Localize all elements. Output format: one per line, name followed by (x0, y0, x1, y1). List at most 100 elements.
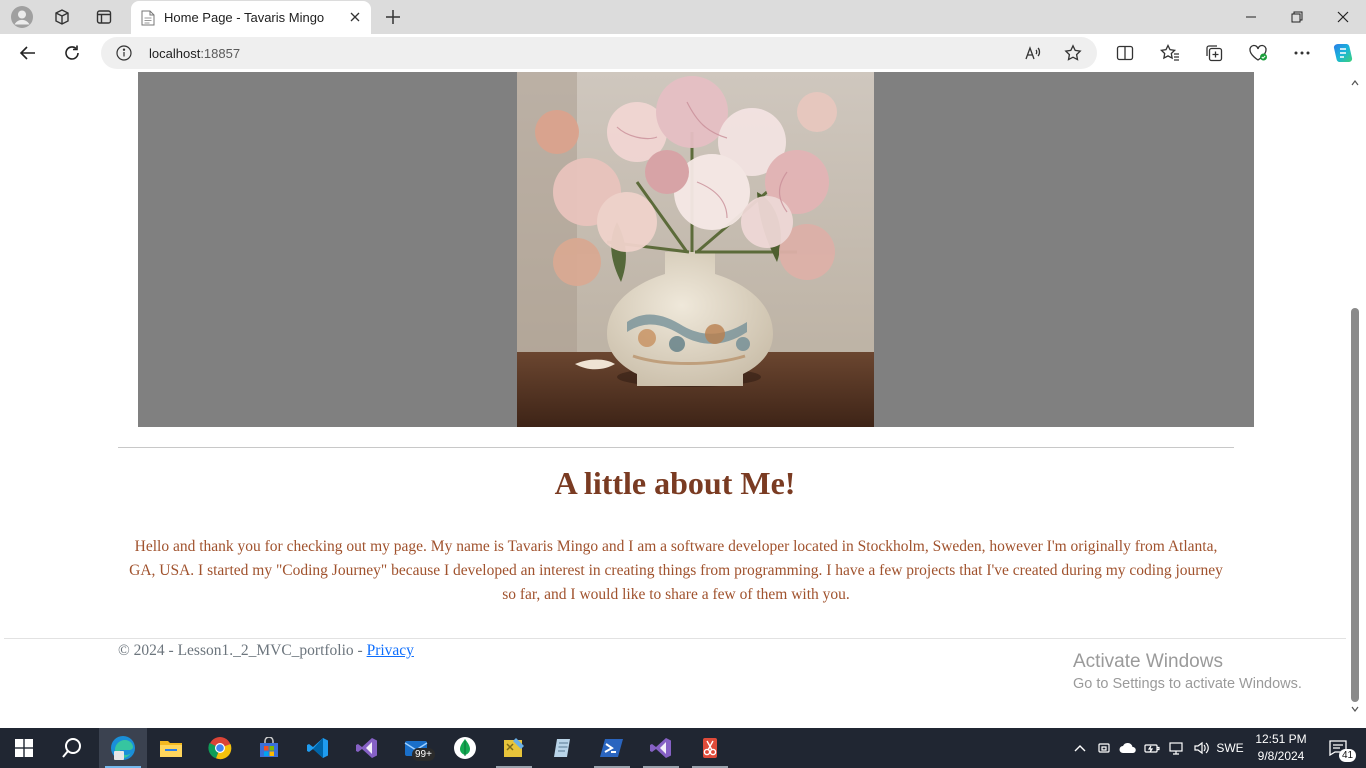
vertical-scrollbar[interactable] (1346, 72, 1366, 724)
close-icon (1337, 11, 1349, 23)
notebook-icon (554, 739, 570, 757)
windows-logo-icon (15, 739, 33, 757)
url-host: localhost (149, 46, 201, 61)
favorites-button[interactable] (1155, 39, 1185, 67)
read-aloud-button[interactable] (1021, 43, 1045, 63)
refresh-button[interactable] (57, 39, 87, 67)
split-screen-icon (1116, 45, 1134, 61)
taskbar-edge[interactable] (99, 728, 147, 768)
network-icon (1169, 742, 1183, 755)
visual-studio-icon (650, 738, 671, 758)
footer-copyright: © 2024 - Lesson1._2_MVC_portfolio - (118, 642, 367, 659)
tray-power-button[interactable] (1142, 728, 1162, 768)
about-heading: A little about Me! (554, 465, 796, 501)
watermark-title: Activate Windows (1073, 651, 1223, 672)
restore-icon (1291, 11, 1303, 23)
taskbar-app-yellow[interactable] (490, 728, 538, 768)
plus-icon (386, 10, 400, 24)
scroll-up-arrow-icon[interactable] (1351, 80, 1359, 86)
tab-actions-icon (96, 10, 112, 24)
taskbar-chrome[interactable] (196, 728, 244, 768)
taskbar-search-button[interactable] (48, 728, 96, 768)
show-hidden-icons-button[interactable] (1070, 728, 1090, 768)
more-dots-icon (1294, 51, 1310, 55)
scissors-icon (703, 738, 717, 758)
notification-center-button[interactable]: 41 (1322, 728, 1357, 768)
settings-more-button[interactable] (1287, 39, 1317, 67)
address-bar[interactable]: localhost:18857 (101, 37, 1097, 69)
split-screen-button[interactable] (1110, 39, 1140, 67)
heart-pulse-icon (1249, 44, 1267, 61)
site-info-icon[interactable] (116, 45, 132, 66)
start-button[interactable] (0, 728, 48, 768)
chevron-up-icon (1074, 745, 1086, 752)
powershell-icon (600, 739, 623, 757)
taskbar-snipping-tool[interactable] (686, 728, 734, 768)
taskbar-vscode[interactable] (294, 728, 342, 768)
workspaces-button[interactable] (46, 4, 78, 30)
privacy-link[interactable]: Privacy (367, 642, 414, 659)
footer-divider (4, 638, 1346, 639)
vertical-tabs-button[interactable] (88, 4, 120, 30)
page-viewport: A little about Me! Hello and thank you f… (4, 72, 1346, 724)
workspaces-icon (55, 9, 69, 25)
taskbar-powershell[interactable] (588, 728, 636, 768)
windows-taskbar: 99+ SWE 12:51 PM 9/8/2024 41 (0, 728, 1366, 768)
collections-icon (1206, 45, 1223, 62)
taskbar-mail[interactable]: 99+ (392, 728, 440, 768)
taskbar-store[interactable] (245, 728, 293, 768)
notification-count-badge: 41 (1339, 749, 1357, 762)
favorites-icon (1160, 44, 1179, 61)
navigation-bar: localhost:18857 (0, 34, 1366, 72)
tray-language-button[interactable]: SWE (1214, 728, 1246, 768)
chrome-icon (208, 737, 232, 760)
tray-network-button[interactable] (1166, 728, 1186, 768)
device-icon (1098, 743, 1110, 753)
favorite-star-button[interactable] (1061, 43, 1085, 63)
close-icon (350, 12, 360, 22)
taskbar-clock[interactable]: 12:51 PM 9/8/2024 (1246, 731, 1316, 765)
minimize-button[interactable] (1228, 0, 1274, 34)
browser-essentials-button[interactable] (1243, 39, 1273, 67)
store-icon (260, 737, 278, 757)
taskbar-app-notebook[interactable] (539, 728, 587, 768)
restore-button[interactable] (1274, 0, 1320, 34)
refresh-icon (65, 45, 79, 60)
profile-button[interactable] (6, 4, 38, 30)
clock-date: 9/8/2024 (1257, 749, 1305, 763)
tray-volume-button[interactable] (1190, 728, 1212, 768)
active-tab[interactable]: Home Page - Tavaris Mingo (131, 1, 371, 34)
close-window-button[interactable] (1320, 0, 1366, 34)
url-port: :18857 (200, 46, 241, 61)
taskbar-visual-studio[interactable] (343, 728, 391, 768)
new-tab-button[interactable] (380, 4, 406, 30)
mail-unread-badge: 99+ (412, 748, 435, 761)
url-text[interactable]: localhost:18857 (149, 46, 240, 61)
watermark-subtitle: Go to Settings to activate Windows. (1073, 676, 1302, 692)
scroll-down-arrow-icon[interactable] (1351, 706, 1359, 712)
edge-browser-icon (111, 736, 135, 760)
visual-studio-icon (356, 738, 377, 758)
taskbar-file-explorer[interactable] (147, 728, 195, 768)
back-arrow-icon (19, 46, 35, 60)
scrollbar-thumb[interactable] (1351, 308, 1359, 702)
flower-vase-photo (517, 72, 874, 427)
close-tab-button[interactable] (345, 7, 365, 27)
back-button[interactable] (13, 39, 43, 67)
read-aloud-icon (1025, 46, 1041, 60)
hero-banner (138, 72, 1254, 427)
about-paragraph: Hello and thank you for checking out my … (129, 538, 1223, 603)
minimize-icon (1246, 16, 1256, 18)
taskbar-mongodb[interactable] (441, 728, 489, 768)
taskbar-visual-studio-2[interactable] (637, 728, 685, 768)
mongodb-leaf-icon (454, 737, 476, 759)
tray-device-button[interactable] (1094, 728, 1114, 768)
vscode-icon (307, 738, 328, 758)
tab-strip: Home Page - Tavaris Mingo (0, 0, 1366, 34)
copilot-button[interactable] (1328, 39, 1358, 67)
sticky-tools-icon (504, 738, 524, 757)
profile-icon (11, 6, 33, 28)
tray-onedrive-button[interactable] (1117, 728, 1139, 768)
collections-button[interactable] (1199, 39, 1229, 67)
star-add-icon (1064, 44, 1082, 61)
